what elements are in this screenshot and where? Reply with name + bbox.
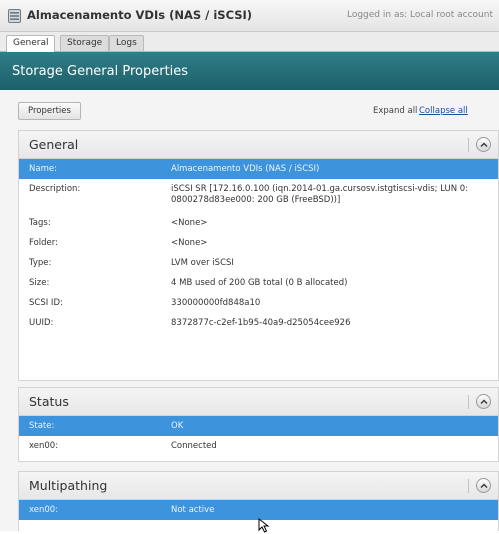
property-row-host[interactable]: xen00: Connected (19, 436, 498, 456)
property-key: SCSI ID: (29, 298, 63, 308)
section-header[interactable]: Status (19, 388, 498, 416)
page-title: Storage General Properties (12, 64, 189, 79)
property-row-folder[interactable]: Folder: <None> (19, 233, 498, 253)
property-key: Description: (29, 184, 81, 194)
property-value: <None> (171, 238, 208, 248)
properties-content: Properties Expand all Collapse all Gener… (0, 90, 499, 531)
divider (468, 138, 469, 152)
divider (468, 479, 469, 493)
property-row-uuid[interactable]: UUID: 8372877c-c2ef-1b95-40a9-d25054cee9… (19, 313, 498, 333)
property-value: 4 MB used of 200 GB total (0 B allocated… (171, 278, 348, 288)
page-header: Storage General Properties (0, 52, 499, 90)
property-key: xen00: (29, 441, 59, 451)
tab-bar: General Storage Logs (0, 32, 499, 52)
storage-repository-icon (8, 9, 21, 23)
property-row-name[interactable]: Name: Almacenamento VDIs (NAS / iSCSI) (19, 159, 498, 179)
property-row-state[interactable]: State: OK (19, 416, 498, 436)
property-key: State: (29, 421, 55, 431)
general-section: General Name: Almacenamento VDIs (NAS / … (18, 130, 499, 381)
property-row-type[interactable]: Type: LVM over iSCSI (19, 253, 498, 273)
property-key: Folder: (29, 238, 58, 248)
property-value: <None> (171, 218, 208, 228)
collapse-chevron-up-icon[interactable] (476, 137, 491, 152)
property-value: OK (171, 421, 184, 431)
property-key: xen00: (29, 505, 59, 515)
property-value: iSCSI SR [172.16.0.100 (iqn.2014-01.ga.c… (171, 184, 469, 205)
section-header[interactable]: General (19, 131, 498, 159)
collapse-chevron-up-icon[interactable] (476, 394, 491, 409)
property-key: Type: (29, 258, 52, 268)
property-value: 8372877c-c2ef-1b95-40a9-d25054cee926 (171, 318, 351, 328)
expand-all-link[interactable]: Expand all (373, 106, 417, 116)
property-key: Name: (29, 164, 57, 174)
divider (468, 395, 469, 409)
property-row-description[interactable]: Description: iSCSI SR [172.16.0.100 (iqn… (19, 179, 498, 213)
property-value: LVM over iSCSI (171, 258, 234, 268)
collapse-chevron-up-icon[interactable] (476, 478, 491, 493)
property-value: 330000000fd848a10 (171, 298, 261, 308)
property-value: Almacenamento VDIs (NAS / iSCSI) (171, 164, 320, 174)
mouse-cursor-icon (258, 518, 270, 533)
property-key: Tags: (29, 218, 51, 228)
window-title: Almacenamento VDIs (NAS / iSCSI) (27, 8, 253, 22)
section-title: General (29, 137, 79, 152)
title-bar: Almacenamento VDIs (NAS / iSCSI) Logged … (0, 0, 499, 32)
tab-storage[interactable]: Storage (60, 35, 110, 51)
property-value: Not active (171, 505, 215, 515)
tab-general[interactable]: General (6, 35, 56, 52)
property-key: UUID: (29, 318, 54, 328)
section-title: Status (29, 394, 69, 409)
section-title: Multipathing (29, 478, 108, 493)
property-value: Connected (171, 441, 217, 451)
properties-button[interactable]: Properties (18, 102, 81, 120)
login-status: Logged in as: Local root account (346, 10, 493, 20)
tab-logs[interactable]: Logs (109, 35, 144, 51)
status-section: Status State: OK xen00: Connected (18, 387, 499, 462)
section-header[interactable]: Multipathing (19, 472, 498, 500)
property-key: Size: (29, 278, 50, 288)
property-row-scsi-id[interactable]: SCSI ID: 330000000fd848a10 (19, 293, 498, 313)
collapse-all-link[interactable]: Collapse all (419, 106, 468, 116)
property-row-size[interactable]: Size: 4 MB used of 200 GB total (0 B all… (19, 273, 498, 293)
property-row-tags[interactable]: Tags: <None> (19, 213, 498, 233)
property-row-multipath-host[interactable]: xen00: Not active (19, 500, 498, 520)
